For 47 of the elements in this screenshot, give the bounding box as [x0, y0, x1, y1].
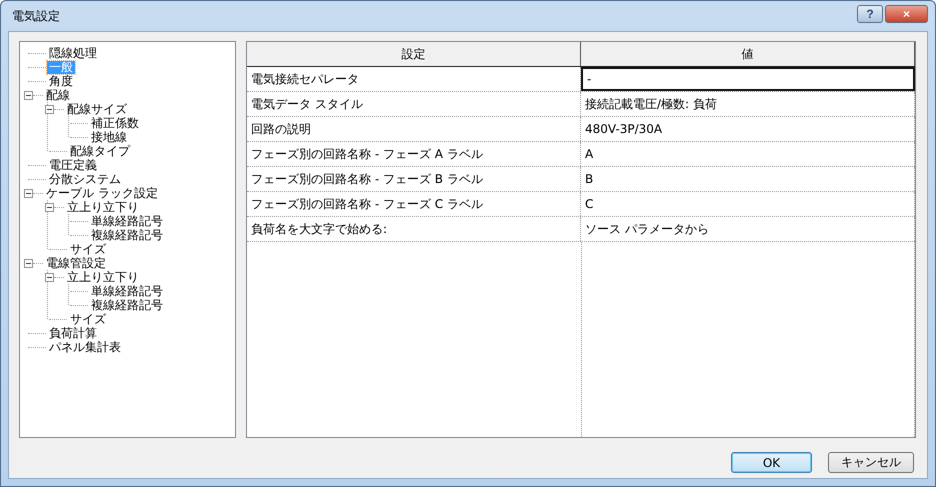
table-cell: フェーズ別の回路名称 - フェーズ A ラベル — [247, 142, 581, 166]
collapse-icon[interactable] — [45, 272, 54, 282]
tree-item[interactable]: 電線管設定 — [44, 256, 108, 270]
table-cell: 回路の説明 — [247, 117, 581, 141]
tree-item[interactable]: 配線 — [44, 88, 72, 102]
tree-item[interactable]: サイズ — [68, 312, 108, 326]
tree-item[interactable]: 配線サイズ — [65, 102, 129, 116]
table-cell: フェーズ別の回路名称 - フェーズ B ラベル — [247, 167, 581, 191]
tree-item[interactable]: 角度 — [47, 74, 75, 88]
column-header[interactable]: 値 — [581, 42, 915, 66]
cancel-button[interactable]: キャンセル — [828, 452, 914, 473]
tree-item[interactable]: 立上り立下り — [65, 270, 141, 284]
tree-item[interactable]: 単線経路記号 — [89, 284, 165, 298]
tree-item[interactable]: 立上り立下り — [65, 200, 141, 214]
table-cell: 負荷名を大文字で始める: — [247, 217, 581, 241]
tree-item[interactable]: 隠線処理 — [47, 46, 99, 60]
tree-item[interactable]: 負荷計算 — [47, 326, 99, 340]
table-cell: 電気データ スタイル — [247, 92, 581, 116]
table-cell[interactable]: - — [581, 67, 915, 91]
tree-item[interactable]: サイズ — [68, 242, 108, 256]
table-cell[interactable]: A — [581, 142, 915, 166]
table-cell[interactable]: C — [581, 192, 915, 216]
help-button[interactable]: ? — [857, 5, 883, 23]
collapse-icon[interactable] — [45, 104, 54, 114]
table-cell: 電気接続セパレータ — [247, 67, 581, 91]
ok-button[interactable]: OK — [731, 452, 812, 473]
table-cell[interactable]: 480V-3P/30A — [581, 117, 915, 141]
table-cell[interactable]: B — [581, 167, 915, 191]
collapse-icon[interactable] — [24, 90, 33, 100]
table-cell: フェーズ別の回路名称 - フェーズ C ラベル — [247, 192, 581, 216]
column-header[interactable]: 設定 — [247, 42, 581, 66]
table-cell[interactable]: ソース パラメータから — [581, 217, 915, 241]
tree-item[interactable]: 接地線 — [89, 130, 129, 144]
window-title: 電気設定 — [12, 8, 60, 24]
collapse-icon[interactable] — [24, 258, 33, 268]
tree-item[interactable]: 単線経路記号 — [89, 214, 165, 228]
tree-item[interactable]: 補正係数 — [89, 116, 141, 130]
table-cell[interactable]: 接続記載電圧/極数: 負荷 — [581, 92, 915, 116]
tree-item[interactable]: パネル集計表 — [47, 340, 123, 354]
tree-item[interactable]: 分散システム — [47, 172, 123, 186]
tree-item[interactable]: ケーブル ラック設定 — [44, 186, 160, 200]
tree-item[interactable]: 配線タイプ — [68, 144, 132, 158]
tree-item[interactable]: 複線経路記号 — [89, 298, 165, 312]
collapse-icon[interactable] — [24, 188, 33, 198]
tree-item[interactable]: 電圧定義 — [47, 158, 99, 172]
collapse-icon[interactable] — [45, 202, 54, 212]
tree-item[interactable]: 複線経路記号 — [89, 228, 165, 242]
